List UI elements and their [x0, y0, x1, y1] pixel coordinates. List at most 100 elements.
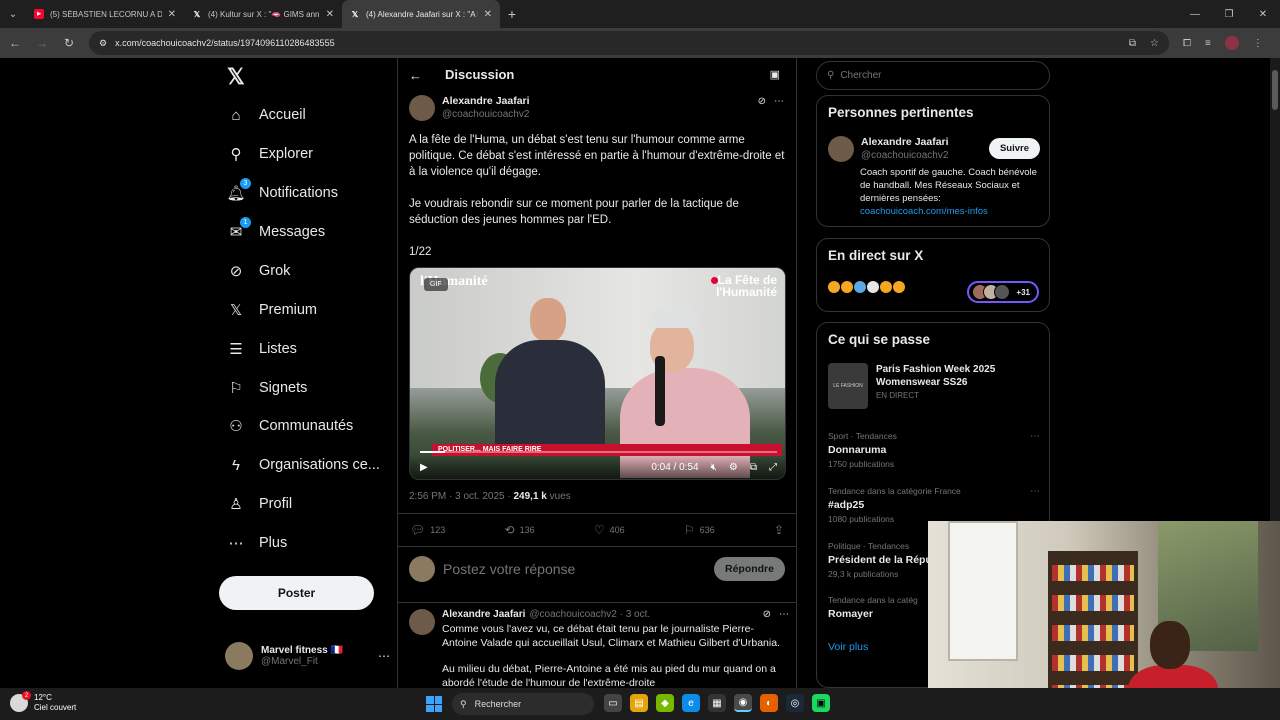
forward-button[interactable]: →	[30, 31, 54, 55]
nav-item-communautes[interactable]: ⚇ Communautés	[227, 417, 353, 435]
avatar[interactable]	[409, 95, 435, 121]
steam-icon[interactable]: ◎	[786, 694, 804, 712]
close-icon[interactable]: ✕	[326, 9, 334, 20]
account-name: Marvel fitness 🇫🇷	[261, 645, 343, 656]
more-icon[interactable]: ⋯	[1030, 486, 1040, 497]
reply-action[interactable]: 💬︎ 123	[410, 523, 445, 537]
fullscreen-icon[interactable]: ⤢	[769, 462, 777, 473]
person-name[interactable]: Alexandre Jaafari	[861, 136, 949, 148]
app-icon[interactable]: ▣	[812, 694, 830, 712]
like-action[interactable]: ♡ 406	[594, 523, 625, 537]
nvidia-icon[interactable]: ◆	[656, 694, 674, 712]
browser-tab-active[interactable]: 𝕏 (4) Alexandre Jaafari sur X : "A l ✕	[342, 0, 500, 28]
relevant-person[interactable]: Alexandre Jaafari @coachouicoachv2 Suivr…	[828, 136, 1040, 162]
reader-mode-icon[interactable]: ▣	[770, 68, 780, 81]
profile-avatar[interactable]	[1224, 36, 1239, 50]
nav-item-messages[interactable]: ✉ 1 Messages	[227, 217, 325, 241]
featured-trend[interactable]: LE FASHION Paris Fashion Week 2025 Women…	[828, 363, 1040, 409]
share-action[interactable]: ⇪	[774, 523, 784, 537]
avatar[interactable]	[828, 136, 854, 162]
close-icon[interactable]: ✕	[168, 9, 176, 20]
trend-context: Sport · Tendances	[828, 431, 897, 441]
nav-item-accueil[interactable]: ⌂ Accueil	[227, 106, 305, 124]
nav-item-signets[interactable]: ⚐ Signets	[227, 379, 307, 397]
account-switcher[interactable]: Marvel fitness 🇫🇷 @Marvel_Fit ⋯	[225, 642, 390, 670]
settings-icon[interactable]: ⚙	[729, 462, 738, 473]
back-arrow-icon[interactable]: ←	[409, 68, 422, 83]
media-icon[interactable]: ≡	[1205, 38, 1211, 49]
weather-widget[interactable]: 2 12°C Ciel couvert	[10, 691, 76, 713]
browser-tab[interactable]: 𝕏 (4) Kultur sur X : "🫦 GIMS annu ✕	[184, 0, 342, 28]
grok-icon[interactable]: ⊘	[763, 609, 771, 620]
nav-item-plus[interactable]: ⋯ Plus	[227, 534, 288, 552]
volume-mute-icon[interactable]: 🔇︎	[711, 462, 717, 473]
minimize-button[interactable]: —	[1178, 0, 1212, 28]
browser-tab[interactable]: ▶ (5) SÉBASTIEN LECORNU A DÉM ✕	[26, 0, 184, 28]
windows-start-icon[interactable]	[426, 696, 442, 712]
x-logo-icon[interactable]: 𝕏	[227, 64, 245, 90]
close-icon[interactable]: ✕	[484, 9, 492, 20]
pip-icon[interactable]: ⧉	[750, 462, 757, 473]
reply-author-name[interactable]: Alexandre Jaafari	[442, 609, 525, 620]
nav-item-premium[interactable]: 𝕏 Premium	[227, 301, 317, 319]
reply-tweet[interactable]: Alexandre Jaafari @coachouicoachv2 · 3 o…	[409, 609, 789, 688]
author-handle[interactable]: @coachouicoachv2	[442, 109, 530, 120]
taskbar-search[interactable]: ⚲ Rechercher	[452, 693, 594, 715]
video-progress-bar[interactable]	[420, 451, 777, 453]
trend-item[interactable]: Sport · Tendances Donnaruma 1750 publica…	[828, 431, 1040, 469]
video-player[interactable]: l'Humanité GIF La Fête de l'Humanité POL…	[409, 267, 786, 480]
menu-icon[interactable]: ⋮	[1253, 38, 1263, 49]
bio-link[interactable]: coachouicoach.com/mes-infos	[860, 206, 988, 217]
person-handle[interactable]: @coachouicoachv2	[861, 150, 949, 161]
mail-icon: ✉ 1	[227, 217, 251, 241]
nav-item-organisations[interactable]: ϟ Organisations ce...	[227, 456, 380, 474]
tab-search-button[interactable]: ⌄	[0, 0, 26, 28]
reload-button[interactable]: ↻	[57, 31, 81, 55]
nav-item-profil[interactable]: ♙ Profil	[227, 495, 292, 513]
author-name[interactable]: Alexandre Jaafari	[442, 95, 530, 107]
maximize-button[interactable]: ❐	[1212, 0, 1246, 28]
relevant-people-card: Personnes pertinentes Alexandre Jaafari …	[816, 95, 1050, 227]
reply-button[interactable]: Répondre	[713, 557, 785, 581]
firefox-icon[interactable]: ◐	[760, 694, 778, 712]
more-icon[interactable]: ⋯	[779, 609, 789, 620]
bookmark-action[interactable]: ⚐ 636	[684, 523, 715, 537]
post-button[interactable]: Poster	[219, 576, 374, 610]
more-icon[interactable]: ⋯	[378, 649, 390, 663]
tweet-timestamp[interactable]: 2:56 PM · 3 oct. 2025 ·	[409, 491, 514, 502]
search-input[interactable]: ⚲ Chercher	[816, 61, 1050, 90]
install-app-icon[interactable]: ⧉	[1129, 38, 1136, 49]
more-icon[interactable]: ⋯	[1030, 431, 1040, 442]
nav-item-notifications[interactable]: 🔔︎ 3 Notifications	[226, 178, 338, 202]
grok-icon[interactable]: ⊘	[758, 96, 766, 107]
close-window-button[interactable]: ✕	[1246, 0, 1280, 28]
star-icon[interactable]: ☆	[1150, 38, 1159, 49]
live-spaces-pill[interactable]: +31	[967, 281, 1039, 303]
avatar[interactable]	[409, 609, 435, 635]
reply-author-handle[interactable]: @coachouicoachv2 · 3 oct.	[529, 609, 650, 620]
taskbar-apps: ▭ ▤ ◆ e ▦ ◉ ◐ ◎ ▣	[604, 694, 830, 712]
nav-item-listes[interactable]: ☰ Listes	[227, 340, 297, 358]
trend-item[interactable]: Tendance dans la catégorie France #adp25…	[828, 486, 1040, 524]
back-button[interactable]: ←	[3, 31, 27, 55]
address-bar[interactable]: ⚙ x.com/coachouicoachv2/status/197409611…	[89, 31, 1169, 55]
reply-input[interactable]: Postez votre réponse	[443, 561, 575, 577]
nav-item-explorer[interactable]: ⚲ Explorer	[227, 145, 314, 163]
store-icon[interactable]: ▦	[708, 694, 726, 712]
new-tab-button[interactable]: +	[500, 6, 524, 22]
extensions-icon[interactable]: ⧠	[1183, 38, 1191, 49]
tweet-author[interactable]: Alexandre Jaafari @coachouicoachv2	[409, 95, 530, 121]
follow-button[interactable]: Suivre	[988, 138, 1040, 159]
fire-icon	[841, 281, 853, 293]
site-info-icon[interactable]: ⚙	[99, 38, 107, 49]
play-icon[interactable]: ▶	[420, 462, 428, 473]
see-more-link[interactable]: Voir plus	[828, 641, 868, 653]
search-icon: ⚲	[827, 70, 835, 81]
edge-icon[interactable]: e	[682, 694, 700, 712]
chrome-icon[interactable]: ◉	[734, 694, 752, 712]
file-explorer-icon[interactable]: ▤	[630, 694, 648, 712]
task-view-icon[interactable]: ▭	[604, 694, 622, 712]
nav-item-grok[interactable]: ⊘ Grok	[227, 262, 291, 280]
more-icon[interactable]: ⋯	[774, 96, 784, 107]
repost-action[interactable]: ⟲ 136	[505, 523, 535, 537]
